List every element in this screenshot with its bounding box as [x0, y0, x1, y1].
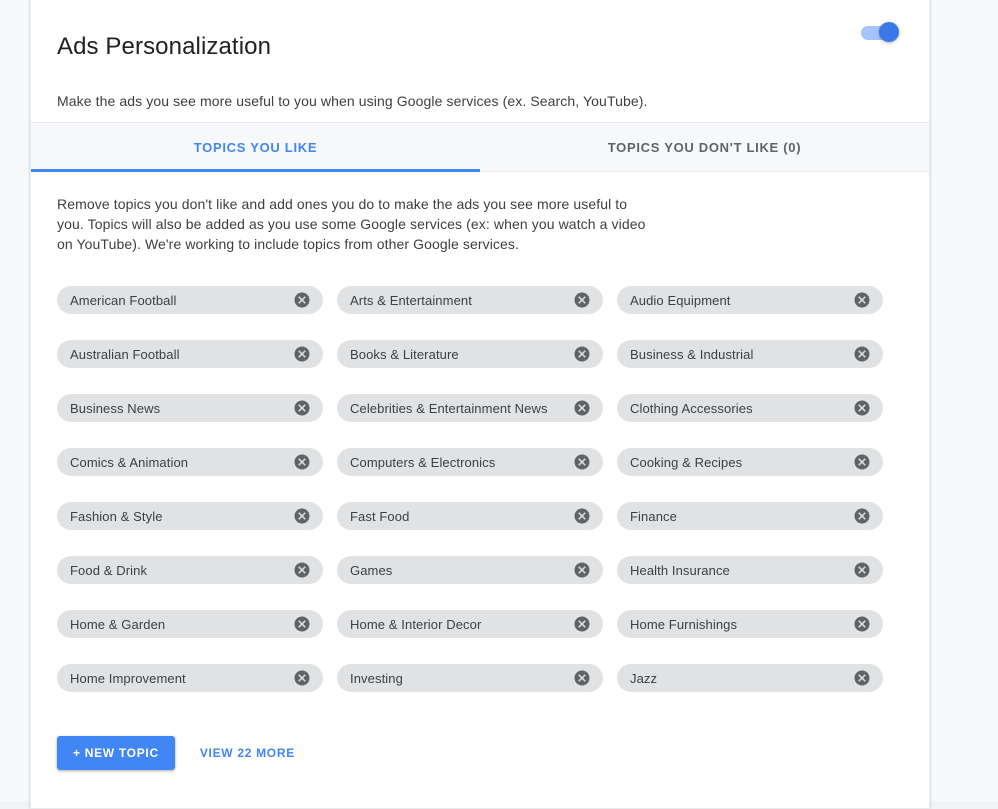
- topic-chip: Audio Equipment: [617, 286, 883, 314]
- tab-bar: TOPICS YOU LIKE TOPICS YOU DON'T LIKE (0…: [31, 122, 929, 172]
- topic-chip: Jazz: [617, 664, 883, 692]
- remove-circle-icon[interactable]: [573, 669, 591, 687]
- page-subtitle: Make the ads you see more useful to you …: [57, 62, 901, 111]
- topic-chip: Investing: [337, 664, 603, 692]
- topics-description: Remove topics you don't like and add one…: [57, 194, 657, 254]
- remove-circle-icon[interactable]: [573, 453, 591, 471]
- topic-chip-label: Investing: [350, 671, 567, 686]
- card-body: Remove topics you don't like and add one…: [31, 172, 929, 798]
- remove-circle-icon[interactable]: [853, 561, 871, 579]
- topic-chip-label: Business News: [70, 401, 287, 416]
- topic-chip-label: Health Insurance: [630, 563, 847, 578]
- topic-chip-label: Jazz: [630, 671, 847, 686]
- view-more-button[interactable]: VIEW 22 MORE: [200, 746, 295, 760]
- topic-chip: Computers & Electronics: [337, 448, 603, 476]
- remove-circle-icon[interactable]: [853, 669, 871, 687]
- topic-chip-label: Finance: [630, 509, 847, 524]
- topic-chip-label: Home Furnishings: [630, 617, 847, 632]
- topic-chip: Celebrities & Entertainment News: [337, 394, 603, 422]
- topic-chip-label: Business & Industrial: [630, 347, 847, 362]
- topic-chip: Home & Interior Decor: [337, 610, 603, 638]
- topic-chip: Fast Food: [337, 502, 603, 530]
- actions-row: + NEW TOPIC VIEW 22 MORE: [57, 736, 903, 798]
- remove-circle-icon[interactable]: [573, 399, 591, 417]
- page-root: Ads Personalization Make the ads you see…: [0, 0, 998, 801]
- topic-chip-label: Computers & Electronics: [350, 455, 567, 470]
- topic-chip: Clothing Accessories: [617, 394, 883, 422]
- topic-chip-label: Home & Garden: [70, 617, 287, 632]
- remove-circle-icon[interactable]: [293, 615, 311, 633]
- topic-chip-label: Australian Football: [70, 347, 287, 362]
- page-title: Ads Personalization: [57, 18, 901, 62]
- remove-circle-icon[interactable]: [293, 399, 311, 417]
- topics-chip-grid: American Football Arts & Entertainment Aud…: [57, 286, 903, 692]
- remove-circle-icon[interactable]: [293, 291, 311, 309]
- remove-circle-icon[interactable]: [853, 453, 871, 471]
- remove-circle-icon[interactable]: [573, 291, 591, 309]
- topic-chip: Arts & Entertainment: [337, 286, 603, 314]
- topic-chip: American Football: [57, 286, 323, 314]
- remove-circle-icon[interactable]: [293, 669, 311, 687]
- topic-chip-label: Comics & Animation: [70, 455, 287, 470]
- topic-chip: Business News: [57, 394, 323, 422]
- topic-chip-label: Fast Food: [350, 509, 567, 524]
- topic-chip: Health Insurance: [617, 556, 883, 584]
- remove-circle-icon[interactable]: [853, 291, 871, 309]
- topic-chip-label: Food & Drink: [70, 563, 287, 578]
- remove-circle-icon[interactable]: [573, 345, 591, 363]
- topic-chip: Fashion & Style: [57, 502, 323, 530]
- topic-chip-label: Arts & Entertainment: [350, 293, 567, 308]
- ads-personalization-toggle[interactable]: [861, 22, 905, 44]
- topic-chip-label: Clothing Accessories: [630, 401, 847, 416]
- topic-chip: Cooking & Recipes: [617, 448, 883, 476]
- topic-chip: Home Furnishings: [617, 610, 883, 638]
- topic-chip-label: Books & Literature: [350, 347, 567, 362]
- topic-chip-label: Fashion & Style: [70, 509, 287, 524]
- remove-circle-icon[interactable]: [293, 453, 311, 471]
- remove-circle-icon[interactable]: [293, 345, 311, 363]
- topic-chip: Books & Literature: [337, 340, 603, 368]
- remove-circle-icon[interactable]: [293, 507, 311, 525]
- remove-circle-icon[interactable]: [573, 615, 591, 633]
- new-topic-button[interactable]: + NEW TOPIC: [57, 736, 175, 770]
- topic-chip: Business & Industrial: [617, 340, 883, 368]
- remove-circle-icon[interactable]: [573, 561, 591, 579]
- topic-chip-label: Home Improvement: [70, 671, 287, 686]
- remove-circle-icon[interactable]: [853, 399, 871, 417]
- tab-label: TOPICS YOU LIKE: [194, 140, 317, 155]
- tab-topics-you-like[interactable]: TOPICS YOU LIKE: [31, 123, 480, 171]
- topic-chip-label: Games: [350, 563, 567, 578]
- topic-chip-label: American Football: [70, 293, 287, 308]
- remove-circle-icon[interactable]: [573, 507, 591, 525]
- topic-chip: Comics & Animation: [57, 448, 323, 476]
- topic-chip: Home & Garden: [57, 610, 323, 638]
- remove-circle-icon[interactable]: [853, 345, 871, 363]
- card-header: Ads Personalization Make the ads you see…: [31, 0, 929, 122]
- toggle-knob: [879, 22, 899, 42]
- topic-chip: Home Improvement: [57, 664, 323, 692]
- topic-chip: Finance: [617, 502, 883, 530]
- tab-topics-you-dont-like[interactable]: TOPICS YOU DON'T LIKE (0): [480, 123, 929, 171]
- topic-chip-label: Home & Interior Decor: [350, 617, 567, 632]
- topic-chip: Food & Drink: [57, 556, 323, 584]
- topic-chip-label: Audio Equipment: [630, 293, 847, 308]
- topic-chip-label: Cooking & Recipes: [630, 455, 847, 470]
- topic-chip-label: Celebrities & Entertainment News: [350, 401, 567, 416]
- tab-label: TOPICS YOU DON'T LIKE (0): [608, 140, 801, 155]
- topic-chip: Australian Football: [57, 340, 323, 368]
- remove-circle-icon[interactable]: [853, 615, 871, 633]
- remove-circle-icon[interactable]: [853, 507, 871, 525]
- ads-personalization-card: Ads Personalization Make the ads you see…: [30, 0, 930, 809]
- remove-circle-icon[interactable]: [293, 561, 311, 579]
- topic-chip: Games: [337, 556, 603, 584]
